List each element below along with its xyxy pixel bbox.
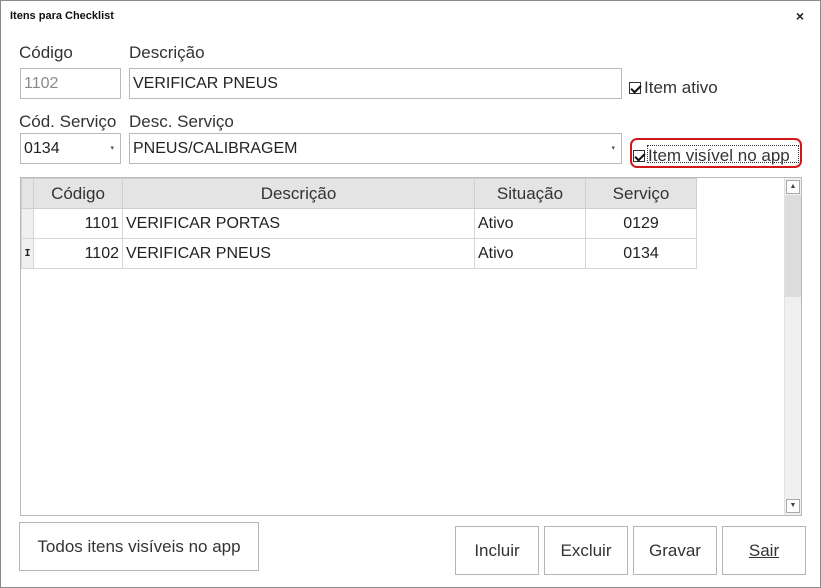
table-row[interactable]: 1101 VERIFICAR PORTAS Ativo 0129 <box>21 208 697 239</box>
grid-indicator-header <box>21 178 34 209</box>
cell-situacao[interactable]: Ativo <box>474 238 586 269</box>
checklist-window: Itens para Checklist × Código Descrição … <box>0 0 821 588</box>
item-visivel-checkbox[interactable]: Item visível no app <box>633 146 790 166</box>
sair-label: Sair <box>748 541 780 560</box>
close-icon[interactable]: × <box>791 6 809 26</box>
descricao-label: Descrição <box>129 43 205 62</box>
desc-servico-select[interactable]: PNEUS/CALIBRAGEM ▾ <box>129 133 622 164</box>
cod-servico-label: Cód. Serviço <box>19 112 117 131</box>
scrollbar-thumb[interactable] <box>785 195 801 297</box>
column-header-servico[interactable]: Serviço <box>585 178 697 209</box>
checkbox-checked-icon <box>633 150 645 162</box>
vertical-scrollbar[interactable]: ▲ ▼ <box>784 178 801 515</box>
gravar-button[interactable]: Gravar <box>633 526 717 575</box>
grid-header-row: Código Descrição Situação Serviço <box>21 178 697 209</box>
cell-descricao[interactable]: VERIFICAR PNEUS <box>122 238 475 269</box>
cod-servico-select[interactable]: 0134 ▾ <box>20 133 121 164</box>
incluir-button[interactable]: Incluir <box>455 526 539 575</box>
cell-servico[interactable]: 0134 <box>585 238 697 269</box>
descricao-field[interactable]: VERIFICAR PNEUS <box>129 68 622 99</box>
row-indicator: I <box>21 238 34 269</box>
cell-codigo[interactable]: 1101 <box>33 208 123 239</box>
cell-situacao[interactable]: Ativo <box>474 208 586 239</box>
cell-servico[interactable]: 0129 <box>585 208 697 239</box>
column-header-descricao[interactable]: Descrição <box>122 178 475 209</box>
chevron-down-icon[interactable]: ▾ <box>110 134 114 163</box>
excluir-button[interactable]: Excluir <box>544 526 628 575</box>
cell-descricao[interactable]: VERIFICAR PORTAS <box>122 208 475 239</box>
row-indicator <box>21 208 34 239</box>
item-ativo-label: Item ativo <box>644 78 718 97</box>
item-visivel-label: Item visível no app <box>648 146 790 165</box>
item-ativo-checkbox[interactable]: Item ativo <box>629 78 718 98</box>
table-row[interactable]: I 1102 VERIFICAR PNEUS Ativo 0134 <box>21 238 697 269</box>
items-grid[interactable]: Código Descrição Situação Serviço 1101 V… <box>20 177 802 516</box>
scroll-up-icon[interactable]: ▲ <box>786 180 800 194</box>
column-header-situacao[interactable]: Situação <box>474 178 586 209</box>
desc-servico-value: PNEUS/CALIBRAGEM <box>133 140 298 157</box>
codigo-label: Código <box>19 43 73 62</box>
chevron-down-icon[interactable]: ▾ <box>611 134 615 163</box>
checkbox-checked-icon <box>629 82 641 94</box>
sair-button[interactable]: Sair <box>722 526 806 575</box>
cod-servico-value: 0134 <box>24 140 60 157</box>
window-title: Itens para Checklist <box>10 10 114 22</box>
items-table: Código Descrição Situação Serviço 1101 V… <box>21 178 697 269</box>
cell-codigo[interactable]: 1102 <box>33 238 123 269</box>
todos-itens-visiveis-button[interactable]: Todos itens visíveis no app <box>19 522 259 571</box>
codigo-field: 1102 <box>20 68 121 99</box>
column-header-codigo[interactable]: Código <box>33 178 123 209</box>
desc-servico-label: Desc. Serviço <box>129 112 234 131</box>
scroll-down-icon[interactable]: ▼ <box>786 499 800 513</box>
